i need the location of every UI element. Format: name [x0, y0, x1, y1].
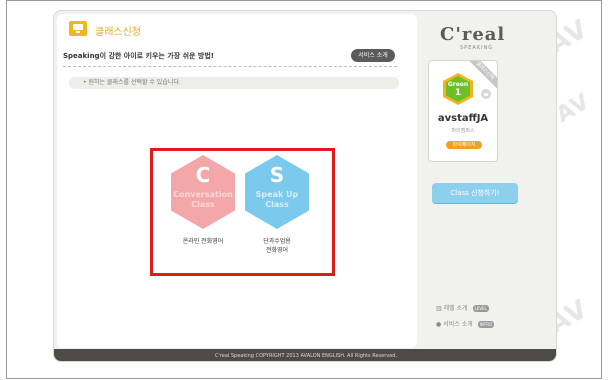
class-apply-button[interactable]: Class 신청하기!: [432, 183, 518, 203]
link-label: 서비스 소개: [443, 321, 473, 328]
logo-subtitle: SPEAKING: [460, 45, 494, 51]
page-subtitle: Speaking이 강한 아이로 키우는 가장 쉬운 방법!: [63, 52, 214, 60]
username: avstaffJA: [437, 113, 489, 124]
app-frame: 클래스신청 Speaking이 강한 아이로 키우는 가장 쉬운 방법! 서비스…: [53, 10, 557, 362]
profile-card: 클래스선택 Green 1 avstaffJA 마이캠퍼스 마이페이지: [428, 60, 498, 162]
footer: C'real Speaking COPYRIGHT 2013 AVALON EN…: [54, 349, 556, 361]
speech-bubble-icon: ●: [436, 321, 442, 328]
sidebar: C'real SPEAKING 클래스선택 Green 1 avstaffJA …: [424, 14, 554, 348]
level-number: 1: [454, 88, 462, 98]
notice-bar: • 원하는 클래스를 선택할 수 있습니다.: [69, 77, 399, 89]
link-tag: LEVEL: [472, 305, 489, 312]
level-intro-link[interactable]: ▥ 레벨 소개 LEVEL: [436, 304, 489, 314]
mypage-button[interactable]: 마이페이지: [446, 141, 482, 149]
service-intro-button[interactable]: 서비스 소개: [351, 49, 395, 62]
main-panel: 클래스신청 Speaking이 강한 아이로 키우는 가장 쉬운 방법! 서비스…: [57, 14, 417, 348]
service-intro-link[interactable]: ● 서비스 소개 INTRO: [436, 320, 495, 330]
bar-chart-icon: ▥: [436, 305, 442, 312]
divider: [63, 66, 397, 67]
user-subtitle: 마이캠퍼스: [451, 128, 475, 134]
link-label: 레벨 소개: [443, 305, 468, 312]
level-badge-inner: Green 1: [446, 76, 470, 102]
page-title: 클래스신청: [95, 27, 141, 38]
monitor-icon: [69, 21, 87, 36]
level-badge: Green 1: [443, 73, 473, 105]
level-name: Green: [447, 81, 469, 88]
highlight-box: [150, 148, 335, 276]
link-tag: INTRO: [477, 321, 495, 328]
creal-logo[interactable]: C'real: [440, 24, 505, 45]
lock-icon: [481, 89, 491, 99]
